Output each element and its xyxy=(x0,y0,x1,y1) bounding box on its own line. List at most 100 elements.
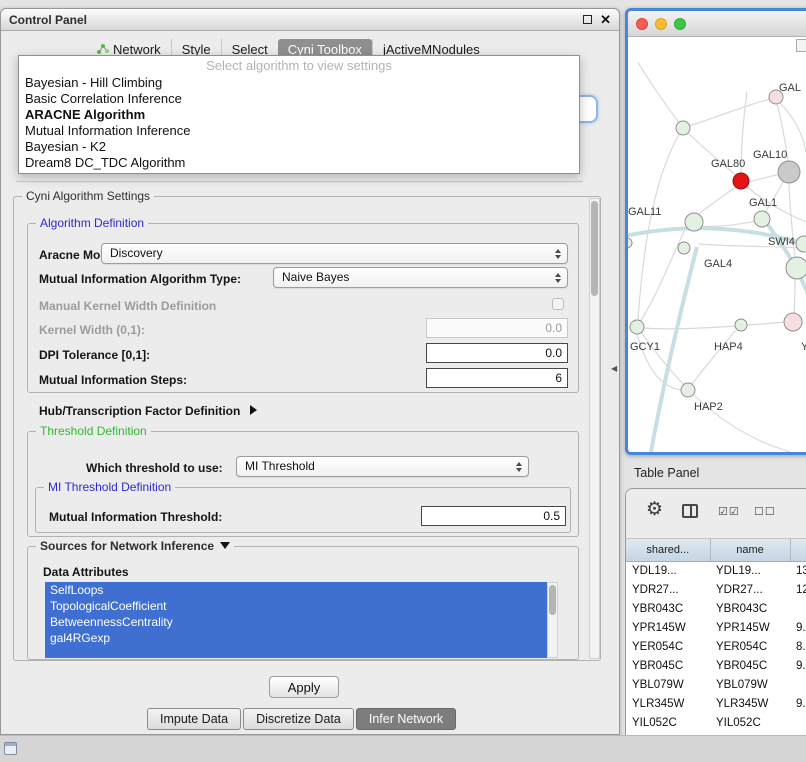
algorithm-menu-item[interactable]: Bayesian - K2 xyxy=(19,139,579,155)
column-header-cutoff[interactable] xyxy=(790,539,806,561)
mi-threshold-field[interactable]: 0.5 xyxy=(421,506,566,526)
hub-section-toggle[interactable]: Hub/Transcription Factor Definition xyxy=(39,404,257,418)
network-node[interactable] xyxy=(778,161,800,183)
checked-boxes-icon[interactable]: ☑☑ xyxy=(718,505,740,518)
attribute-list-item[interactable]: SelfLoops xyxy=(45,582,547,598)
table-row[interactable]: YBL079WYBL079W xyxy=(626,675,806,694)
network-tab-icon xyxy=(97,43,109,55)
table-row[interactable]: YBR045CYBR045C9. xyxy=(626,656,806,675)
network-node[interactable] xyxy=(796,236,806,252)
network-edge xyxy=(794,276,795,314)
aracne-mode-value: Discovery xyxy=(110,246,163,260)
network-edge xyxy=(643,326,736,329)
attribute-list-item[interactable]: gal4RGexp xyxy=(45,630,547,646)
network-view-window: GALGAL80GAL10GAL11GAL1SWI4GAL4GCY1HAP4HA… xyxy=(625,8,806,455)
mi-steps-field[interactable]: 6 xyxy=(426,368,568,388)
network-node-label: GAL4 xyxy=(704,258,732,270)
network-edge xyxy=(692,330,736,384)
network-edge xyxy=(746,322,785,325)
desktop: Control Panel ✕ Network Style Select Cyn… xyxy=(0,0,806,762)
algorithm-menu-placeholder: Select algorithm to view settings xyxy=(19,58,579,75)
data-attributes-label: Data Attributes xyxy=(43,565,129,579)
tab-impute-data[interactable]: Impute Data xyxy=(147,708,241,730)
tab-infer-network[interactable]: Infer Network xyxy=(356,708,456,730)
network-node[interactable] xyxy=(735,319,747,331)
attributes-list-scrollbar[interactable] xyxy=(547,582,558,658)
close-window-icon[interactable]: ✕ xyxy=(600,15,611,25)
group-divider-line xyxy=(16,181,583,182)
overview-toggle[interactable] xyxy=(796,39,806,52)
apply-button[interactable]: Apply xyxy=(269,676,339,698)
mi-type-select[interactable]: Naive Bayes xyxy=(273,267,568,288)
algorithm-menu-item[interactable]: Mutual Information Inference xyxy=(19,123,579,139)
minimize-traffic-light[interactable] xyxy=(655,18,667,30)
panel-collapse-handle[interactable]: ◀ xyxy=(611,364,617,373)
hub-section-label: Hub/Transcription Factor Definition xyxy=(39,404,240,418)
algorithm-menu-item[interactable]: Basic Correlation Inference xyxy=(19,91,579,107)
table-row[interactable]: YLR345WYLR345W9. xyxy=(626,694,806,713)
tab-discretize-data[interactable]: Discretize Data xyxy=(243,708,354,730)
mi-steps-label: Mutual Information Steps: xyxy=(39,373,187,387)
group-title: MI Threshold Definition xyxy=(44,480,175,494)
network-node[interactable] xyxy=(754,211,770,227)
table-columns-icon[interactable] xyxy=(682,504,698,518)
table-row[interactable]: YPR145WYPR145W9. xyxy=(626,618,806,637)
table-panel-toolbar: ⚙ ☑☑ ☐☐ xyxy=(626,489,806,539)
aracne-mode-select[interactable]: Discovery xyxy=(101,243,568,264)
network-node[interactable] xyxy=(786,257,806,279)
algorithm-menu-item[interactable]: Dream8 DC_TDC Algorithm xyxy=(19,155,579,171)
attribute-list-item[interactable]: BetweennessCentrality xyxy=(45,614,547,630)
mi-type-label: Mutual Information Algorithm Type: xyxy=(39,272,241,286)
dpi-tolerance-label: DPI Tolerance [0,1]: xyxy=(39,348,150,362)
group-title: Cyni Algorithm Settings xyxy=(22,189,154,203)
column-header-name[interactable]: name xyxy=(710,539,790,561)
manual-kernel-label: Manual Kernel Width Definition xyxy=(39,299,216,313)
network-edge xyxy=(694,186,737,218)
network-node[interactable] xyxy=(676,121,690,135)
table-row[interactable]: YIL052CYIL052C xyxy=(626,713,806,732)
algorithm-dropdown-menu: Select algorithm to view settings Bayesi… xyxy=(18,55,580,174)
unchecked-boxes-icon[interactable]: ☐☐ xyxy=(754,505,776,518)
data-attributes-list: SelfLoopsTopologicalCoefficientBetweenne… xyxy=(45,582,547,658)
cyni-mode-tabs: Impute Data Discretize Data Infer Networ… xyxy=(147,708,456,730)
kernel-width-field[interactable]: 0.0 xyxy=(426,318,568,338)
table-row[interactable]: YDR27...YDR27...12 xyxy=(626,580,806,599)
algorithm-menu-item[interactable]: Bayesian - Hill Climbing xyxy=(19,75,579,91)
close-traffic-light[interactable] xyxy=(636,18,648,30)
network-node[interactable] xyxy=(628,238,632,248)
network-node-label: GAL1 xyxy=(749,197,777,209)
network-edge xyxy=(696,221,757,227)
algorithm-menu-item[interactable]: ARACNE Algorithm xyxy=(19,107,579,123)
dpi-tolerance-field[interactable]: 0.0 xyxy=(426,343,568,363)
sources-toggle[interactable]: Sources for Network Inference xyxy=(36,539,234,553)
table-row[interactable]: YBR043CYBR043C xyxy=(626,599,806,618)
manual-kernel-checkbox[interactable] xyxy=(552,298,564,310)
group-title: Algorithm Definition xyxy=(36,216,148,230)
network-edge xyxy=(779,102,806,152)
network-canvas[interactable]: GALGAL80GAL10GAL11GAL1SWI4GAL4GCY1HAP4HA… xyxy=(628,37,806,452)
node-table: shared... name YDL19...YDL19...13YDR27..… xyxy=(626,539,806,732)
network-node[interactable] xyxy=(630,320,644,334)
restore-panel-icon[interactable] xyxy=(4,742,17,755)
column-header-shared-name[interactable]: shared... xyxy=(626,539,710,561)
mi-type-value: Naive Bayes xyxy=(282,270,349,284)
network-node[interactable] xyxy=(784,313,802,331)
network-node[interactable] xyxy=(733,173,749,189)
sources-title: Sources for Network Inference xyxy=(40,539,214,553)
network-node[interactable] xyxy=(685,213,703,231)
kernel-width-label: Kernel Width (0,1): xyxy=(39,323,145,337)
settings-scrollbar[interactable] xyxy=(589,198,600,659)
attribute-list-item[interactable]: TopologicalCoefficient xyxy=(45,598,547,614)
float-window-icon[interactable] xyxy=(583,15,592,24)
table-row[interactable]: YDL19...YDL19...13 xyxy=(626,561,806,580)
group-title: Threshold Definition xyxy=(36,424,151,438)
attribute-list-item-partial[interactable] xyxy=(45,646,547,658)
zoom-traffic-light[interactable] xyxy=(674,18,686,30)
gear-icon[interactable]: ⚙ xyxy=(646,500,663,520)
network-node[interactable] xyxy=(681,383,695,397)
combo-arrows-icon xyxy=(516,462,522,472)
table-row[interactable]: YER054CYER054C8. xyxy=(626,637,806,656)
network-node[interactable] xyxy=(678,242,690,254)
table-panel-title: Table Panel xyxy=(634,466,699,480)
which-threshold-select[interactable]: MI Threshold xyxy=(236,456,529,477)
